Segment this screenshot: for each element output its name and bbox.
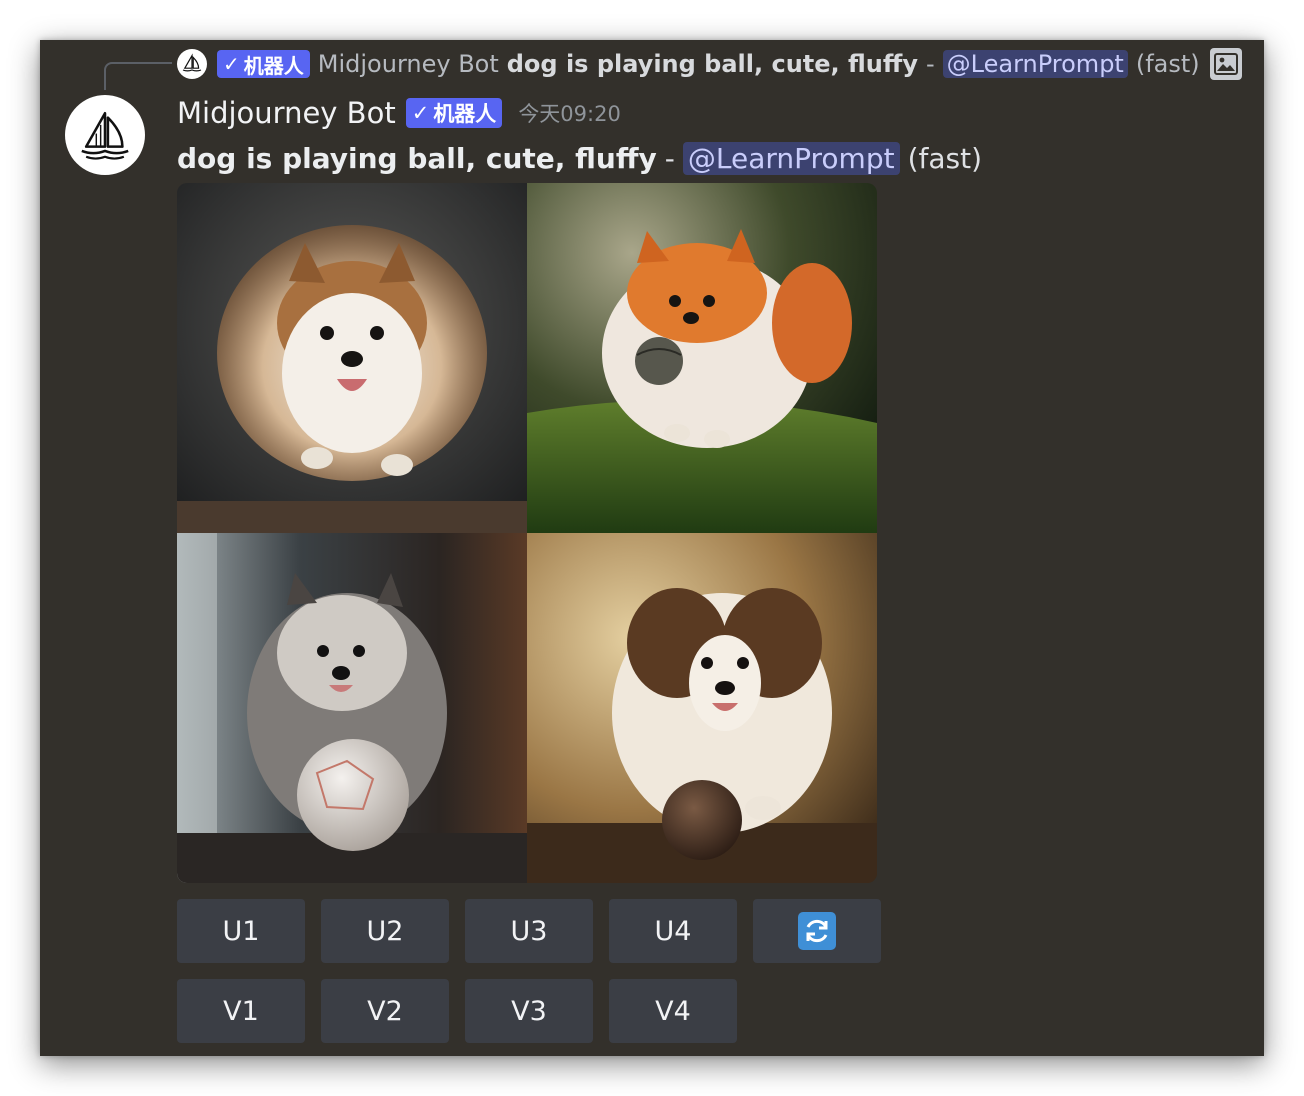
message-mention[interactable]: @LearnPrompt <box>682 141 900 175</box>
bot-badge-label: 机器人 <box>433 102 497 126</box>
timestamp[interactable]: 今天09:20 <box>518 98 621 128</box>
variation-3-button[interactable]: V3 <box>465 979 593 1043</box>
bot-badge: ✓ 机器人 <box>217 50 310 78</box>
bot-badge-label: 机器人 <box>243 53 304 78</box>
image-2[interactable] <box>527 183 877 533</box>
chat-window: ✓ 机器人 Midjourney Bot dog is playing ball… <box>40 40 1264 1056</box>
sailboat-icon <box>81 111 129 160</box>
upscale-2-button[interactable]: U2 <box>321 899 449 963</box>
refresh-icon <box>798 912 836 950</box>
verified-check-icon: ✓ <box>411 101 430 125</box>
image-icon[interactable] <box>1209 48 1242 80</box>
image-grid[interactable] <box>177 183 877 883</box>
image-4[interactable] <box>527 533 877 883</box>
reply-mode: (fast) <box>1135 50 1200 78</box>
upscale-3-button[interactable]: U3 <box>465 899 593 963</box>
reply-avatar[interactable] <box>177 49 207 79</box>
message-mode: (fast) <box>907 141 983 175</box>
author-name[interactable]: Midjourney Bot <box>177 96 396 130</box>
variation-1-button[interactable]: V1 <box>177 979 305 1043</box>
sailboat-icon <box>182 53 202 72</box>
reply-connector <box>104 62 172 90</box>
reply-author[interactable]: Midjourney Bot <box>318 50 499 78</box>
image-3[interactable] <box>177 533 527 883</box>
reply-dash: - <box>925 50 935 78</box>
author-avatar[interactable] <box>65 95 145 175</box>
image-1[interactable] <box>177 183 527 533</box>
reply-prompt: dog is playing ball, cute, fluffy <box>506 50 918 78</box>
reply-reference[interactable]: ✓ 机器人 Midjourney Bot dog is playing ball… <box>177 46 1242 82</box>
variation-2-button[interactable]: V2 <box>321 979 449 1043</box>
upscale-4-button[interactable]: U4 <box>609 899 737 963</box>
verified-check-icon: ✓ <box>223 52 240 76</box>
message-content: dog is playing ball, cute, fluffy - @Lea… <box>177 138 982 178</box>
reply-mention[interactable]: @LearnPrompt <box>942 50 1128 78</box>
message-dash: - <box>664 141 675 175</box>
variation-4-button[interactable]: V4 <box>609 979 737 1043</box>
message-prompt: dog is playing ball, cute, fluffy <box>177 141 657 175</box>
message-header: Midjourney Bot ✓ 机器人 今天09:20 <box>177 92 621 134</box>
bot-badge: ✓ 机器人 <box>405 98 503 128</box>
reroll-button[interactable] <box>753 899 881 963</box>
upscale-1-button[interactable]: U1 <box>177 899 305 963</box>
